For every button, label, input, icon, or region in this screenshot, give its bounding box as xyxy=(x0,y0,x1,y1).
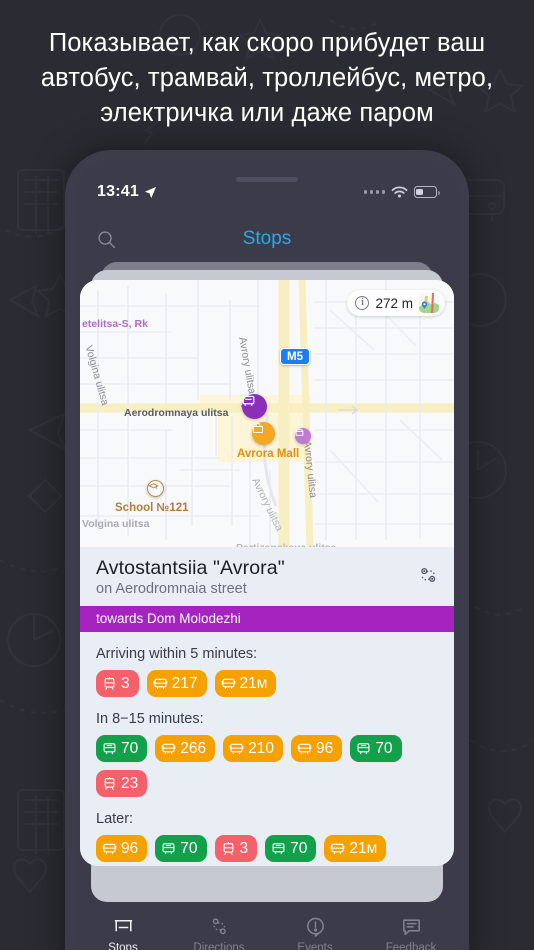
tab-label: Events xyxy=(297,942,333,950)
direction-banner[interactable]: towards Dom Molodezhi xyxy=(80,606,454,632)
chat-bubble-icon xyxy=(402,919,420,936)
tram-icon xyxy=(223,842,233,855)
status-time: 13:41 xyxy=(97,183,139,200)
route-chip-bus-210[interactable]: 210 xyxy=(223,735,283,762)
trolleybus-icon xyxy=(162,843,175,855)
bus-icon xyxy=(331,843,345,855)
map-marker-school[interactable] xyxy=(147,480,164,497)
route-chip-trolleybus-70[interactable]: 70 xyxy=(96,735,148,762)
route-chip-bus-217[interactable]: 217 xyxy=(146,670,207,697)
route-number: 96 xyxy=(121,839,139,857)
route-directions-icon[interactable] xyxy=(416,563,440,592)
status-indicators xyxy=(363,186,440,198)
bus-icon xyxy=(102,843,117,855)
location-arrow-icon xyxy=(144,186,156,198)
bus-icon xyxy=(297,743,312,755)
tab-label: Stops xyxy=(108,942,138,950)
bus-shelter-icon xyxy=(114,919,132,932)
route-chip-tram-3-later[interactable]: 3 xyxy=(214,835,258,862)
arrival-chips-1: 70 266 210 96 70 23 xyxy=(96,735,438,797)
map-view[interactable]: i 272 m M5 Avrora Mall School №121 Aerod… xyxy=(80,280,454,547)
phone-screen: 13:41 Stops i 272 m M5 Avrora Mall Schoo… xyxy=(75,160,459,950)
route-chip-bus-96-later[interactable]: 96 xyxy=(96,835,148,862)
cellular-dots-icon xyxy=(363,190,385,194)
map-marker-mall[interactable] xyxy=(252,422,275,445)
route-chip-bus-21m-later[interactable]: 21м xyxy=(324,835,387,862)
route-number: 210 xyxy=(248,739,274,757)
tram-icon xyxy=(104,677,115,690)
route-chip-trolleybus-70-later-b[interactable]: 70 xyxy=(265,835,317,862)
route-chip-bus-266[interactable]: 266 xyxy=(155,735,216,762)
trolleybus-icon xyxy=(103,743,116,755)
map-marker-bus-stop[interactable] xyxy=(241,394,267,419)
map-label-volgina-2: Volgina ulitsa xyxy=(82,518,150,530)
stop-card[interactable]: i 272 m M5 Avrora Mall School №121 Aerod… xyxy=(80,280,454,866)
arrival-section-label-1: In 8−15 minutes: xyxy=(96,711,204,727)
info-circle-icon: i xyxy=(355,296,370,310)
map-label-aerodromnaya: Aerodromnaya ulitsa xyxy=(124,407,229,419)
arrival-section-label-2: Later: xyxy=(96,811,134,827)
stop-header: Avtostantsiia "Avrora" on Aerodromnaia s… xyxy=(80,547,454,606)
route-chip-tram-3[interactable]: 3 xyxy=(96,670,139,697)
bus-icon xyxy=(221,678,235,690)
map-label-school: School №121 xyxy=(115,502,189,514)
route-chip-tram-23[interactable]: 23 xyxy=(96,770,148,797)
alert-circle-icon xyxy=(306,917,324,937)
route-number: 217 xyxy=(171,674,198,692)
route-icon xyxy=(212,918,226,935)
status-time-group: 13:41 xyxy=(97,183,157,201)
arrival-chips-0: 3 217 21м xyxy=(96,670,438,697)
map-distance-label: 272 m xyxy=(375,295,413,311)
tab-events[interactable]: Events xyxy=(267,915,363,950)
route-number: 70 xyxy=(375,739,393,757)
stop-card-stack: i 272 m M5 Avrora Mall School №121 Aerod… xyxy=(75,262,459,922)
arrival-section-label-0: Arriving within 5 minutes: xyxy=(96,646,258,662)
tab-feedback[interactable]: Feedback xyxy=(363,915,459,950)
search-icon[interactable] xyxy=(97,230,116,249)
phone-mockup: 13:41 Stops i 272 m M5 Avrora Mall Schoo… xyxy=(65,150,469,950)
bus-icon xyxy=(153,678,167,690)
stop-subtitle: on Aerodromnaia street xyxy=(96,581,247,597)
map-label-avrora-mall: Avrora Mall xyxy=(237,448,300,460)
arrival-chips-2: 96 70 3 70 21м xyxy=(96,835,438,862)
route-number: 70 xyxy=(290,839,308,857)
route-number: 70 xyxy=(121,739,139,757)
page-headline: Показывает, как скоро прибудет ваш автоб… xyxy=(40,29,494,127)
tab-bar: Stops Directions Events Feedback xyxy=(75,908,459,950)
apple-maps-logo[interactable] xyxy=(419,293,439,313)
stop-name: Avtostantsiia "Avrora" xyxy=(96,557,285,579)
route-number: 3 xyxy=(121,674,130,692)
route-number: 70 xyxy=(180,839,198,857)
status-bar: 13:41 xyxy=(75,180,459,204)
route-number: 96 xyxy=(316,739,334,757)
tram-icon xyxy=(104,777,115,790)
wifi-icon xyxy=(391,186,408,198)
tab-label: Feedback xyxy=(385,942,437,950)
route-chip-bus-21m[interactable]: 21м xyxy=(214,670,277,697)
route-chip-trolleybus-70-later[interactable]: 70 xyxy=(155,835,207,862)
trolleybus-icon xyxy=(357,743,370,755)
tab-directions[interactable]: Directions xyxy=(171,915,267,950)
map-label-telitsa: etelitsa-S, Rk xyxy=(82,318,148,330)
metro-line-badge[interactable]: M5 xyxy=(280,348,310,365)
route-number: 3 xyxy=(239,839,249,857)
bus-icon xyxy=(161,743,176,755)
route-chip-trolleybus-70-b[interactable]: 70 xyxy=(350,735,402,762)
nav-bar: Stops xyxy=(75,218,459,260)
tab-label: Directions xyxy=(193,942,245,950)
page-title: Stops xyxy=(242,228,292,249)
trolleybus-icon xyxy=(272,843,285,855)
bus-icon xyxy=(229,743,244,755)
route-number: 266 xyxy=(180,739,207,757)
route-chip-bus-96[interactable]: 96 xyxy=(291,735,343,762)
route-number: 21м xyxy=(239,674,268,692)
route-number: 23 xyxy=(121,774,139,792)
map-distance-pill[interactable]: i 272 m xyxy=(347,290,445,316)
route-number: 21м xyxy=(349,839,378,857)
tab-stops[interactable]: Stops xyxy=(75,915,171,950)
battery-icon xyxy=(414,186,440,198)
arrivals-list: Arriving within 5 minutes: 3 217 21м In … xyxy=(80,632,454,866)
